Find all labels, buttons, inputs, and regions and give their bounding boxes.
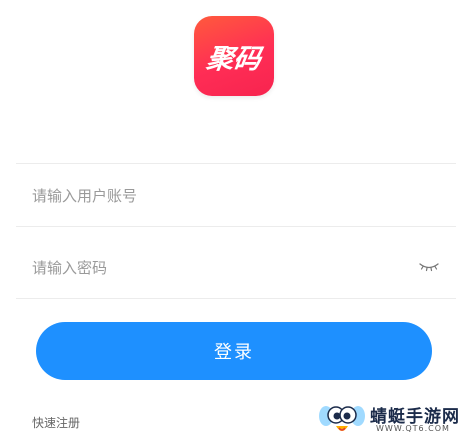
password-input[interactable] bbox=[16, 259, 396, 277]
login-button[interactable]: 登录 bbox=[36, 322, 432, 380]
eye-closed-icon[interactable] bbox=[418, 260, 440, 274]
divider bbox=[16, 298, 456, 299]
app-logo-text: 聚码 bbox=[204, 43, 263, 75]
divider bbox=[16, 163, 456, 164]
dragonfly-mascot-icon bbox=[319, 406, 365, 431]
register-link[interactable]: 快速注册 bbox=[32, 414, 80, 431]
account-field bbox=[16, 176, 456, 216]
password-field bbox=[16, 248, 456, 288]
watermark: 蜻蜓手游网 WWW.QT6.COM bbox=[318, 398, 462, 438]
app-logo: 聚码 bbox=[194, 16, 274, 96]
watermark-url: WWW.QT6.COM bbox=[376, 424, 450, 433]
account-input[interactable] bbox=[16, 187, 396, 205]
divider bbox=[16, 226, 456, 227]
login-screen: 聚码 登录 快速注册 蜻蜓手游网 WWW.QT6.COM bbox=[0, 0, 465, 440]
